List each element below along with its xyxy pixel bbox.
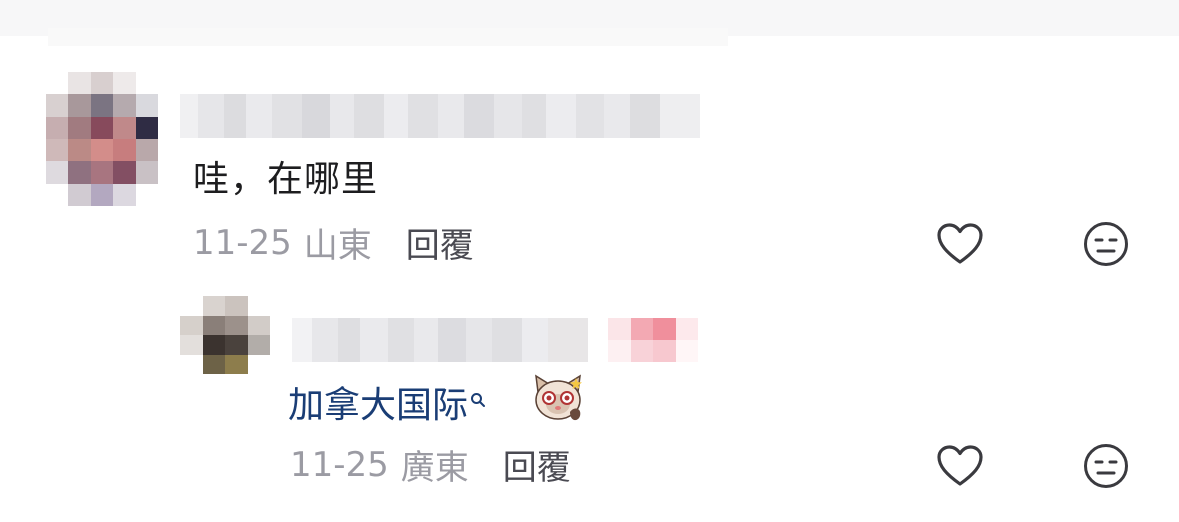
reply-meta: 11-25 廣東 回覆 <box>290 440 571 489</box>
search-icon[interactable] <box>470 378 486 419</box>
comment-thread: 哇，在哪里 11-25 山東 回覆 加拿大国际 11-25 廣東 回覆 <box>0 0 1179 522</box>
avatar[interactable] <box>46 72 158 206</box>
reply-text: 加拿大国际 <box>288 385 469 426</box>
comment-meta: 11-25 山東 回覆 <box>193 218 474 267</box>
meh-face-icon[interactable] <box>1082 220 1130 272</box>
comment-text: 哇，在哪里 <box>193 159 379 200</box>
avatar[interactable] <box>180 296 270 374</box>
username-blurred[interactable] <box>180 94 700 138</box>
cat-face-emoji <box>530 372 586 424</box>
blurred-top-content <box>48 28 728 46</box>
heart-outline-icon[interactable] <box>936 222 984 270</box>
user-badge-blurred <box>608 318 698 362</box>
reply-button[interactable]: 回覆 <box>503 440 571 489</box>
reply-button[interactable]: 回覆 <box>406 218 474 267</box>
username-blurred[interactable] <box>292 318 588 362</box>
comment-date: 11-25 <box>193 222 292 263</box>
meh-face-icon[interactable] <box>1082 442 1130 494</box>
reply-location: 廣東 <box>400 448 469 488</box>
reply-date: 11-25 <box>290 444 389 485</box>
heart-outline-icon[interactable] <box>936 444 984 492</box>
comment-location: 山東 <box>303 226 372 266</box>
reply-text-link[interactable]: 加拿大国际 <box>288 376 486 428</box>
